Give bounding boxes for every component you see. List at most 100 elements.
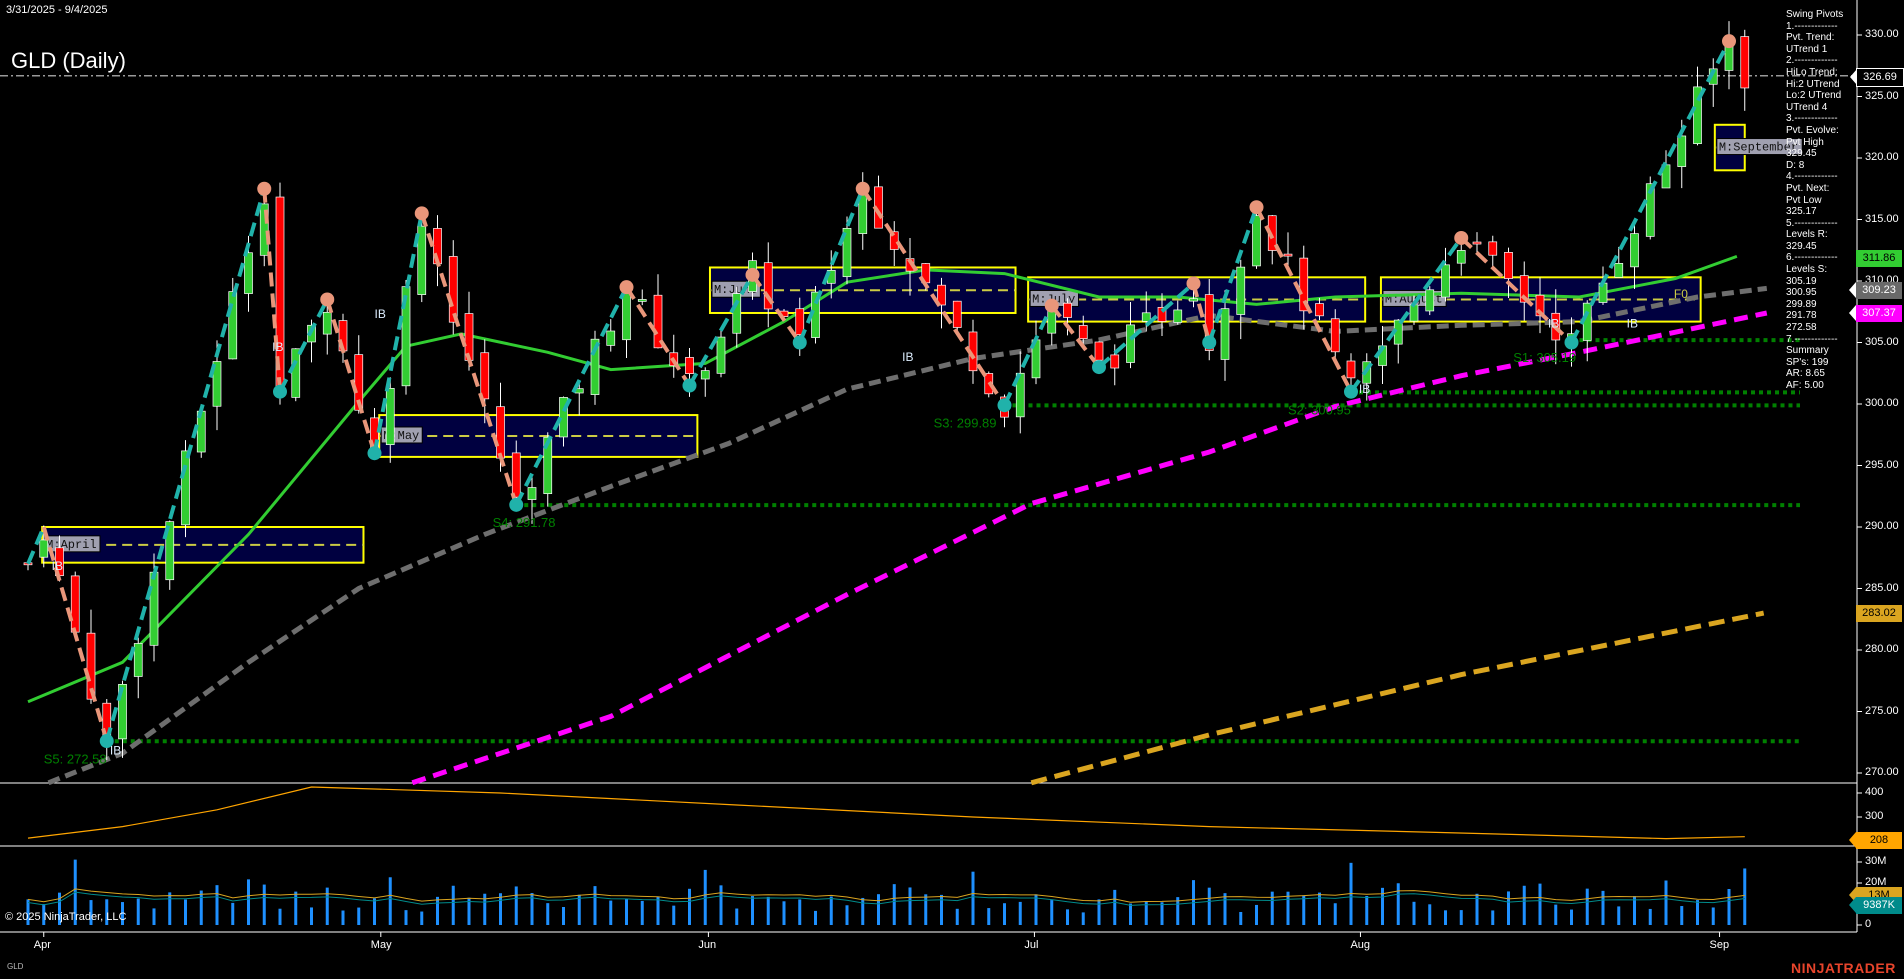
price-tick-label: 320.00	[1865, 151, 1899, 163]
swing-low-marker	[1565, 336, 1579, 350]
price-tick-label: 270.00	[1865, 766, 1899, 778]
candle-down	[1331, 319, 1339, 352]
price-tick-label: 275.00	[1865, 705, 1899, 717]
info-line: Lo:2 UTrend	[1786, 90, 1843, 102]
ib-label: IB	[272, 340, 283, 354]
candle-down	[497, 407, 505, 458]
candle-down	[686, 357, 694, 373]
info-line: 1.-------------	[1786, 21, 1843, 33]
swing-high-marker	[1045, 299, 1059, 313]
month-label: May	[371, 939, 392, 951]
swing-low-marker	[683, 379, 697, 393]
swing-low-marker	[998, 398, 1012, 412]
volume-tick-label: 0	[1865, 918, 1871, 930]
candle-down	[953, 301, 961, 327]
info-line: Pvt High	[1786, 137, 1843, 149]
month-label: Sep	[1710, 939, 1730, 951]
price-tick-label: 290.00	[1865, 520, 1899, 532]
price-chart[interactable]: M:AprilM:MayM:JuneM:JulyM:AugustM:Septem…	[0, 0, 1904, 979]
swing-high-marker	[1250, 200, 1264, 214]
info-line: Pvt. Next:	[1786, 183, 1843, 195]
monthly-label-text: M:April	[46, 538, 96, 552]
info-line: 2.-------------	[1786, 55, 1843, 67]
info-line: 7.-------------	[1786, 334, 1843, 346]
price-tag: 326.69	[1856, 68, 1904, 87]
candle-up	[245, 253, 253, 294]
info-line: Pvt. Trend:	[1786, 32, 1843, 44]
info-line: 300.95	[1786, 287, 1843, 299]
oscillator-line	[28, 787, 1745, 839]
month-label: Jun	[698, 939, 716, 951]
candle-up	[528, 488, 536, 500]
candle-up	[40, 540, 48, 557]
swing-low-marker	[1202, 336, 1216, 350]
candle-down	[1284, 254, 1292, 256]
candle-down	[1505, 252, 1513, 278]
candle-down	[449, 256, 457, 322]
candle-up	[229, 292, 237, 359]
swing-high-marker	[1454, 231, 1468, 245]
candle-down	[1079, 325, 1087, 338]
candle-up	[717, 337, 725, 373]
candle-up	[386, 388, 394, 444]
swing-high-marker	[415, 206, 429, 220]
candle-up	[1457, 250, 1465, 263]
info-line: Levels S:	[1786, 264, 1843, 276]
swing-down-leg	[422, 213, 517, 505]
candle-up	[134, 643, 142, 676]
swing-high-marker	[1187, 276, 1201, 290]
swing-up-leg	[516, 287, 626, 505]
info-line: 329.45	[1786, 241, 1843, 253]
candle-down	[654, 295, 662, 348]
candle-down	[1473, 242, 1481, 244]
info-line: Hi:2 UTrend	[1786, 79, 1843, 91]
candle-up	[1253, 216, 1261, 266]
support-label: S1: 305.19	[1513, 350, 1576, 365]
info-line: 325.17	[1786, 206, 1843, 218]
info-line: Summary	[1786, 345, 1843, 357]
volume-avg-line	[28, 892, 1745, 905]
swing-low-marker	[509, 498, 523, 512]
price-tag: 309.23	[1856, 282, 1902, 299]
candle-up	[292, 349, 300, 398]
osc-tick-label: 300	[1865, 810, 1883, 822]
ib-label: IB	[1359, 382, 1370, 396]
month-label: Apr	[34, 939, 51, 951]
swing-pivots-panel: Swing Pivots1.-------------Pvt. Trend:UT…	[1786, 9, 1843, 392]
swing-high-marker	[856, 182, 870, 196]
candle-up	[1237, 267, 1245, 314]
symbol-label: GLD	[7, 962, 23, 971]
volume-value-tag: 9387K	[1856, 897, 1902, 914]
candle-up	[638, 299, 646, 301]
info-line: SP's: 199	[1786, 357, 1843, 369]
date-range: 3/31/2025 - 9/4/2025	[6, 4, 108, 16]
candle-down	[1316, 304, 1324, 316]
info-line: AF: 5.00	[1786, 380, 1843, 392]
candle-down	[1064, 303, 1072, 317]
price-tick-label: 300.00	[1865, 397, 1899, 409]
info-line: UTrend 1	[1786, 44, 1843, 56]
price-tick-label: 295.00	[1865, 459, 1899, 471]
swing-high-marker	[620, 280, 634, 294]
swing-low-marker	[368, 446, 382, 460]
support-label: S2: 300.95	[1288, 402, 1351, 417]
ma-slow-line	[412, 313, 1767, 783]
candle-down	[71, 576, 79, 632]
info-line: Levels R:	[1786, 229, 1843, 241]
ib-label: IB	[1548, 317, 1559, 331]
info-line: Pvt Low	[1786, 195, 1843, 207]
info-line: UTrend 4	[1786, 102, 1843, 114]
price-tick-label: 315.00	[1865, 213, 1899, 225]
month-label: Jul	[1024, 939, 1038, 951]
swing-low-marker	[793, 336, 807, 350]
candle-up	[733, 294, 741, 334]
info-line: 3.-------------	[1786, 113, 1843, 125]
candle-up	[1442, 265, 1450, 297]
candle-down	[512, 453, 520, 497]
ib-label: IB	[52, 559, 63, 573]
swing-high-marker	[746, 268, 760, 282]
price-tag: 311.86	[1856, 250, 1902, 267]
monthly-box-label: M:April	[44, 536, 100, 552]
osc-tick-label: 400	[1865, 786, 1883, 798]
candle-down	[1741, 37, 1749, 88]
